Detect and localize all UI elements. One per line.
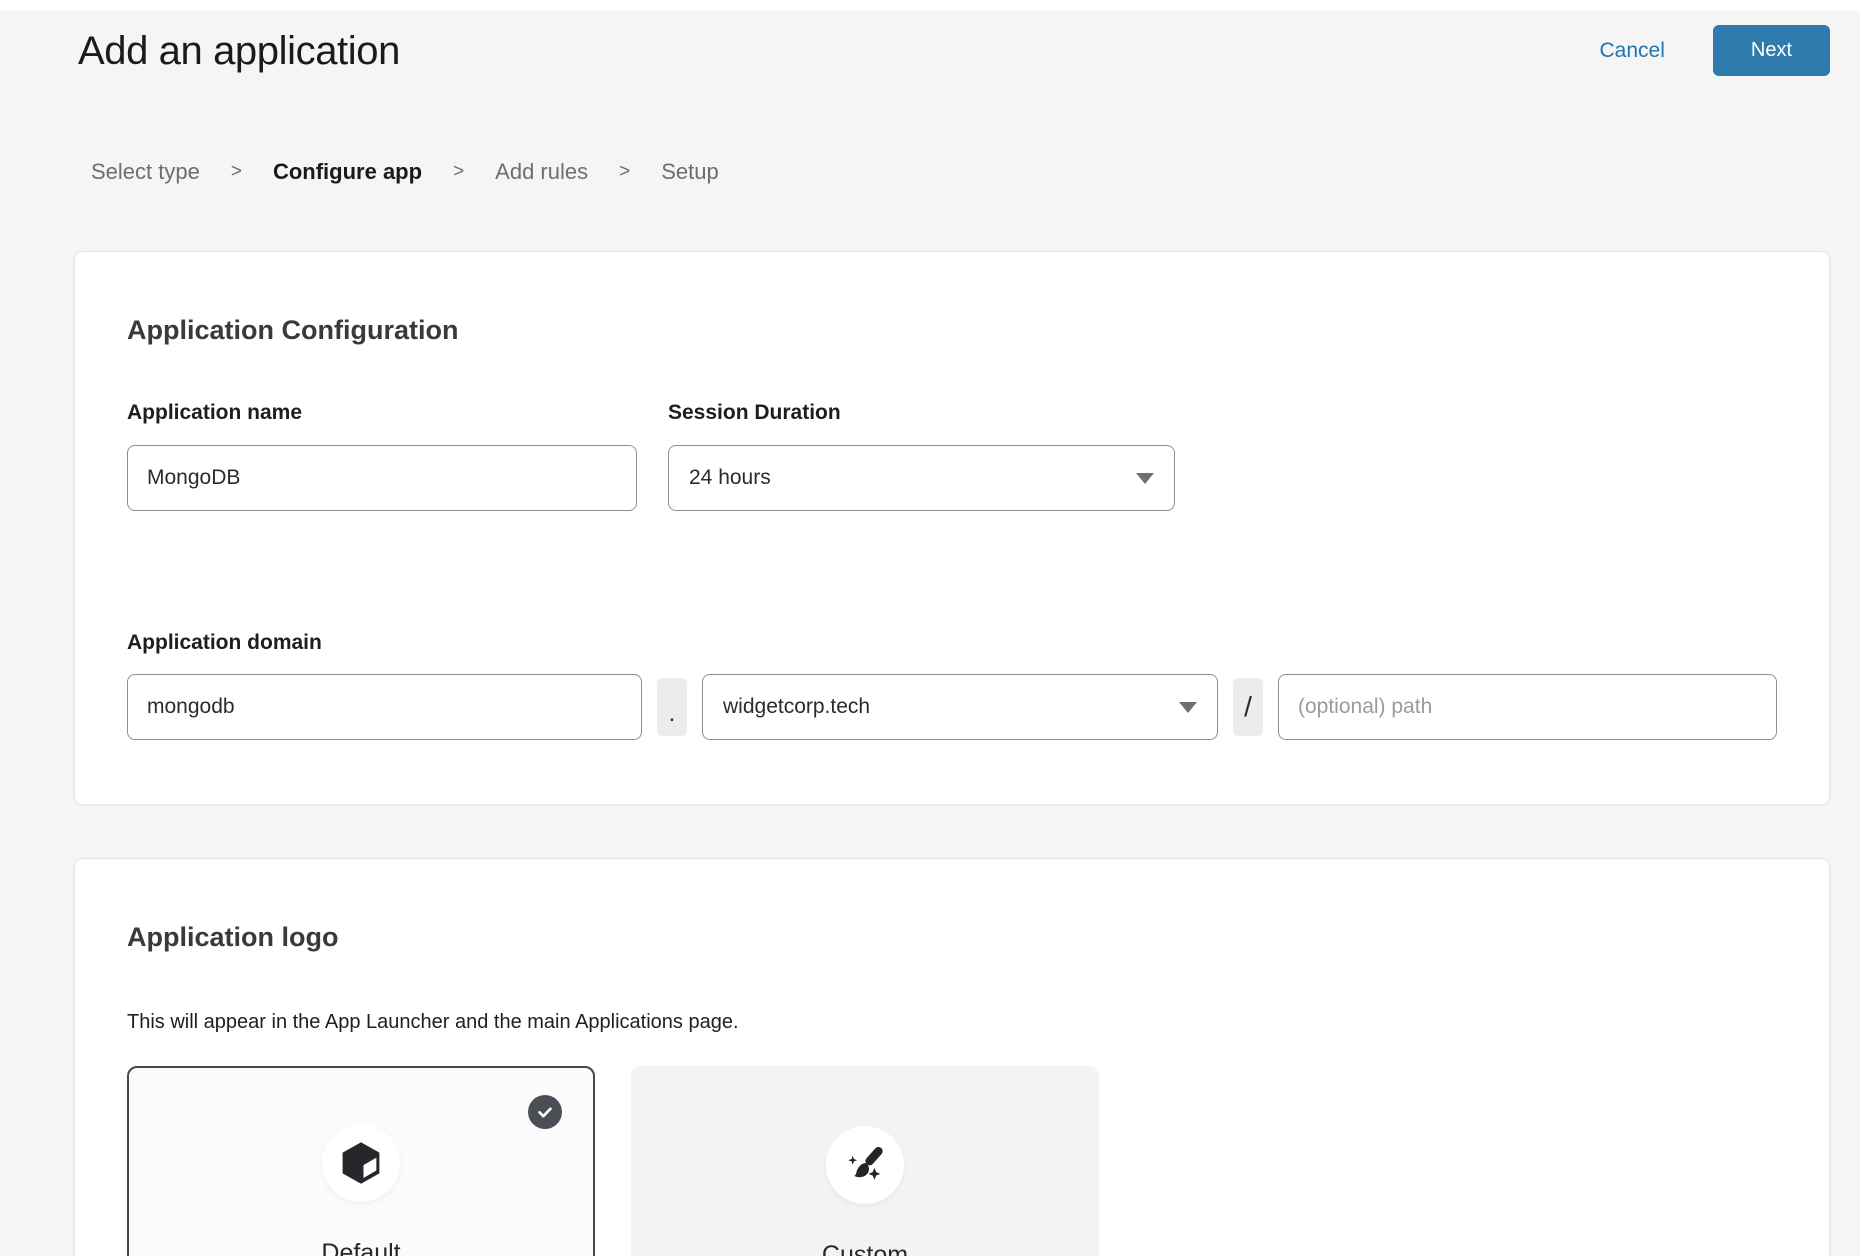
application-logo-card: Application logo This will appear in the… [74,858,1830,1256]
logo-option-default[interactable]: Default [127,1066,595,1256]
paintbrush-icon [842,1142,888,1188]
domain-select[interactable]: widgetcorp.tech [702,674,1218,740]
custom-logo-circle [826,1126,904,1204]
application-name-field-group: Application name [127,401,637,511]
session-duration-value: 24 hours [689,466,771,490]
session-duration-label: Session Duration [668,401,1175,425]
breadcrumb: Select type > Configure app > Add rules … [0,159,1860,185]
application-domain-row: . widgetcorp.tech / [127,674,1777,740]
session-duration-field-group: Session Duration 24 hours [668,401,1175,511]
logo-options: Default Custom [127,1066,1777,1256]
chevron-down-icon [1179,702,1197,713]
breadcrumb-separator: > [231,159,242,185]
breadcrumb-separator: > [619,159,630,185]
logo-option-custom[interactable]: Custom [631,1066,1099,1256]
selected-check-badge [528,1095,562,1129]
application-configuration-card: Application Configuration Application na… [74,251,1830,805]
domain-value: widgetcorp.tech [723,695,870,719]
path-field-wrap [1278,674,1777,740]
header-actions: Cancel Next [1600,25,1831,76]
check-icon [535,1102,555,1122]
chevron-down-icon [1136,473,1154,484]
step-setup[interactable]: Setup [661,159,719,185]
step-add-rules[interactable]: Add rules [495,159,588,185]
slash-separator: / [1233,678,1263,736]
next-button[interactable]: Next [1713,25,1830,76]
application-logo-heading: Application logo [127,922,1777,953]
application-domain-label: Application domain [127,631,1777,655]
logo-option-label: Custom [822,1241,908,1256]
application-name-input[interactable] [127,445,637,511]
step-configure-app[interactable]: Configure app [273,159,422,185]
dot-separator: . [657,678,687,736]
application-logo-description: This will appear in the App Launcher and… [127,1010,1777,1034]
page-header: Add an application Cancel Next [0,11,1860,76]
application-configuration-heading: Application Configuration [127,315,1777,346]
page-title: Add an application [78,27,400,75]
name-session-row: Application name Session Duration 24 hou… [127,401,1777,511]
session-duration-select[interactable]: 24 hours [668,445,1175,511]
logo-option-label: Default [321,1239,400,1256]
top-strip [0,0,1860,11]
cancel-button[interactable]: Cancel [1600,39,1665,63]
subdomain-input[interactable] [127,674,642,740]
breadcrumb-separator: > [453,159,464,185]
cube-icon [338,1140,384,1186]
step-select-type[interactable]: Select type [91,159,200,185]
default-logo-circle [322,1124,400,1202]
application-name-label: Application name [127,401,637,425]
path-input[interactable] [1278,674,1777,740]
